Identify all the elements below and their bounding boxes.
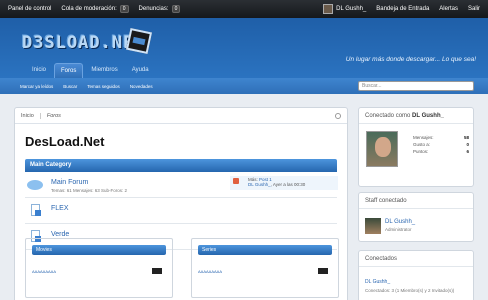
reports-count: 0	[171, 5, 181, 13]
moderation-queue-link[interactable]: Cola de moderación: 0	[61, 5, 129, 13]
site-logo[interactable]: D3SLOAD.NET	[18, 27, 153, 60]
staff-online-panel: Staff conectado DL Gushh_ Administrator	[358, 192, 474, 242]
logged-in-label: Conectado como	[365, 113, 411, 119]
forum-row: Main Forum Temas: 61 Mensajes: 63 Sub-Fo…	[25, 172, 338, 198]
subforum-item[interactable]: AAAAAAAAA	[32, 268, 166, 275]
forum-title[interactable]: Main Forum	[51, 179, 88, 186]
online-panel: Conectados DL Gushh_ Conectados: 3 (1 Mi…	[358, 250, 474, 300]
username-label: DL Gushh_	[336, 6, 367, 12]
main-nav: Inicio Foros Miembros Ayuda	[26, 63, 155, 78]
forum-stats: Temas: 61 Mensajes: 63 Sub-Foros: 2	[51, 188, 128, 193]
logout-link[interactable]: Salir	[468, 6, 480, 12]
stat-label: Puntos:	[413, 149, 429, 154]
stat-value: 58	[463, 135, 469, 140]
sub-nav: Marcar ya leídos Buscar Temas seguidos N…	[0, 78, 488, 94]
category-header[interactable]: Main Category	[25, 159, 337, 172]
staff-header: Staff conectado	[359, 193, 473, 209]
site-header: D3SLOAD.NET Un lugar más donde descargar…	[0, 18, 488, 78]
breadcrumb: Inicio Foros	[15, 108, 347, 124]
top-bar: Panel de control Cola de moderación: 0 D…	[0, 0, 488, 18]
moderation-label: Cola de moderación:	[61, 6, 117, 12]
stat-value: 6	[466, 149, 469, 154]
subforum-header[interactable]: Series	[198, 245, 332, 255]
user-stats: Mensajes: 58 Gusto a: 0 Puntos: 6	[413, 134, 469, 155]
tab-foros[interactable]: Foros	[54, 63, 84, 78]
moderation-count: 0	[119, 5, 129, 13]
reports-label: Denuncias:	[138, 6, 169, 12]
site-slogan: Un lugar más donde descargar... Lo que s…	[345, 56, 476, 63]
avatar	[323, 4, 334, 14]
watched-threads-link[interactable]: Temas seguidos	[87, 84, 120, 89]
collapse-icon[interactable]	[335, 112, 341, 119]
logo-box-icon	[125, 27, 153, 55]
search-link[interactable]: Buscar	[63, 84, 77, 89]
online-header: Conectados	[359, 251, 473, 267]
thumbnail	[152, 268, 162, 274]
main-content: Inicio Foros DesLoad.Net Main Category M…	[14, 107, 348, 300]
alerts-link[interactable]: Alertas	[439, 6, 458, 12]
panel-link[interactable]: Panel de control	[8, 6, 51, 12]
stat-row: Mensajes: 58	[413, 134, 469, 141]
subforum-item-label: AAAAAAAAA	[198, 269, 223, 274]
user-menu[interactable]: DL Gushh_	[323, 4, 366, 14]
subforum-panel: Movies AAAAAAAAA	[25, 238, 173, 298]
logged-in-user[interactable]: DL Gushh_	[412, 113, 444, 119]
stat-row: Puntos: 6	[413, 148, 469, 155]
logged-in-header: Conectado como DL Gushh_	[359, 108, 473, 124]
forum-title[interactable]: Verde	[51, 231, 69, 238]
reports-link[interactable]: Denuncias: 0	[139, 5, 181, 13]
post-icon	[233, 178, 239, 184]
online-user[interactable]: DL Gushh_	[365, 279, 390, 285]
avatar[interactable]	[366, 131, 398, 167]
tab-miembros[interactable]: Miembros	[85, 63, 123, 78]
avatar-face	[375, 137, 391, 157]
forum-title[interactable]: FLEX	[51, 205, 69, 212]
subforum-item-label: AAAAAAAAA	[32, 269, 57, 274]
inbox-link[interactable]: Bandeja de Entrada	[376, 6, 429, 12]
online-count: Conectados: 3 (1 Miembro(s) y 2 Invitado…	[365, 288, 455, 293]
whats-new-link[interactable]: Novedades	[130, 84, 153, 89]
stat-value: 0	[466, 142, 469, 147]
last-post-time: , Ayer a las 00:30	[270, 182, 306, 187]
logged-in-panel: Conectado como DL Gushh_ Mensajes: 58 Gus…	[358, 107, 474, 187]
last-post: Más: Post 1 DL Gushh_, Ayer a las 00:30	[230, 176, 338, 190]
breadcrumb-forums[interactable]: Foros	[47, 113, 67, 119]
last-post-user[interactable]: DL Gushh_	[248, 182, 271, 187]
forum-row: FLEX	[25, 198, 337, 224]
subforum-item[interactable]: AAAAAAAAA	[198, 268, 332, 275]
tab-inicio[interactable]: Inicio	[26, 63, 52, 78]
subforum-panel: Series AAAAAAAAA	[191, 238, 339, 298]
avatar[interactable]	[365, 218, 381, 234]
stat-label: Mensajes:	[413, 135, 434, 140]
subforum-header[interactable]: Movies	[32, 245, 166, 255]
breadcrumb-home[interactable]: Inicio	[21, 112, 41, 119]
stat-label: Gusto a:	[413, 142, 431, 147]
forum-bubble-icon	[27, 180, 43, 190]
search-input[interactable]: Buscar...	[358, 81, 474, 91]
page-title: DesLoad.Net	[25, 134, 105, 149]
tab-ayuda[interactable]: Ayuda	[126, 63, 155, 78]
link-forum-icon	[31, 204, 41, 216]
subforum-panels: Movies AAAAAAAAA Series AAAAAAAAA	[25, 238, 339, 298]
stat-row: Gusto a: 0	[413, 141, 469, 148]
staff-user[interactable]: DL Gushh_	[385, 219, 415, 225]
thumbnail	[318, 268, 328, 274]
staff-role: Administrator	[385, 227, 412, 232]
mark-read-link[interactable]: Marcar ya leídos	[20, 84, 53, 89]
